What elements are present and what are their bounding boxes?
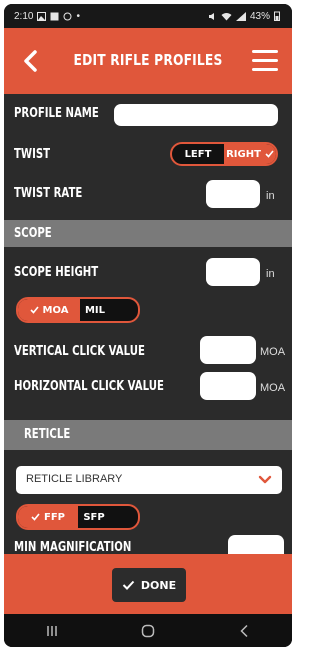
menu-button[interactable]: [252, 50, 278, 72]
reticle-section-header: RETICLE: [4, 420, 292, 450]
horizontal-click-label: HORIZONTAL CLICK VALUE: [14, 379, 164, 394]
home-button[interactable]: [128, 620, 168, 642]
signal-icon: [235, 11, 246, 21]
vertical-click-unit: MOA: [260, 346, 286, 358]
twist-left-option[interactable]: LEFT: [172, 144, 224, 164]
check-icon: [122, 580, 135, 590]
form-content: PROFILE NAME TWIST LEFT RIGHT TWIST RATE…: [4, 94, 292, 554]
system-nav-bar: [4, 614, 292, 647]
gallery-notification-icon: [37, 11, 47, 21]
done-button[interactable]: DONE: [112, 568, 186, 602]
back-arrow-icon: [240, 624, 248, 637]
page-title: EDIT RIFLE PROFILES: [73, 51, 223, 69]
twist-rate-label: TWIST RATE: [14, 186, 83, 201]
phone-screen: 2:10 • 43% EDIT RIFLE PROFILES PROFILE N…: [4, 4, 292, 647]
done-label: DONE: [140, 578, 177, 592]
scope-section-title: SCOPE: [14, 226, 52, 241]
more-notifications-dot: •: [76, 10, 80, 22]
chevron-left-icon: [24, 50, 37, 72]
hamburger-icon: [252, 50, 278, 71]
reticle-section-title: RETICLE: [24, 427, 71, 442]
moa-option[interactable]: MOA: [18, 299, 80, 321]
min-magnification-input[interactable]: [228, 535, 284, 554]
twist-right-option[interactable]: RIGHT: [224, 144, 276, 164]
status-time: 2:10: [14, 10, 34, 22]
ffp-option[interactable]: FFP: [18, 506, 78, 528]
status-bar: 2:10 • 43%: [4, 4, 292, 28]
scope-section-header: SCOPE: [4, 220, 292, 247]
mute-icon: [208, 12, 214, 20]
min-magnification-label: MIN MAGNIFICATION: [14, 540, 132, 554]
twist-rate-unit: in: [266, 190, 275, 202]
scope-height-label: SCOPE HEIGHT: [14, 265, 99, 280]
check-icon: [265, 150, 274, 158]
twist-label: TWIST: [14, 147, 51, 162]
chevron-down-icon: [258, 475, 272, 484]
vertical-click-input[interactable]: [200, 336, 256, 364]
footer-bar: DONE: [4, 554, 292, 614]
notification-icon: [50, 12, 59, 20]
check-icon: [29, 306, 39, 314]
mil-option[interactable]: MIL: [80, 299, 110, 321]
recent-apps-icon: [47, 625, 57, 636]
sync-notification-icon: [63, 12, 72, 20]
system-back-button[interactable]: [224, 620, 264, 642]
home-icon: [141, 624, 155, 637]
reticle-library-select[interactable]: RETICLE LIBRARY: [16, 466, 282, 494]
horizontal-click-input[interactable]: [200, 372, 256, 400]
profile-name-label: PROFILE NAME: [14, 106, 99, 121]
sfp-option[interactable]: SFP: [78, 506, 110, 528]
battery-icon: [274, 11, 280, 21]
profile-name-input[interactable]: [114, 104, 278, 126]
vertical-click-label: VERTICAL CLICK VALUE: [14, 344, 145, 359]
battery-percent: 43%: [249, 10, 270, 22]
twist-toggle[interactable]: LEFT RIGHT: [170, 142, 278, 166]
recent-apps-button[interactable]: [32, 620, 72, 642]
horizontal-click-unit: MOA: [260, 382, 286, 394]
scope-height-unit: in: [266, 268, 275, 280]
back-button[interactable]: [18, 46, 44, 76]
check-icon: [31, 513, 40, 521]
scope-height-input[interactable]: [206, 258, 260, 286]
twist-rate-input[interactable]: [206, 180, 260, 208]
moa-mil-toggle[interactable]: MOA MIL: [16, 297, 140, 323]
wifi-icon: [221, 12, 232, 20]
ffp-sfp-toggle[interactable]: FFP SFP: [16, 504, 140, 530]
app-bar: EDIT RIFLE PROFILES: [4, 28, 292, 94]
reticle-library-value: RETICLE LIBRARY: [26, 473, 123, 485]
